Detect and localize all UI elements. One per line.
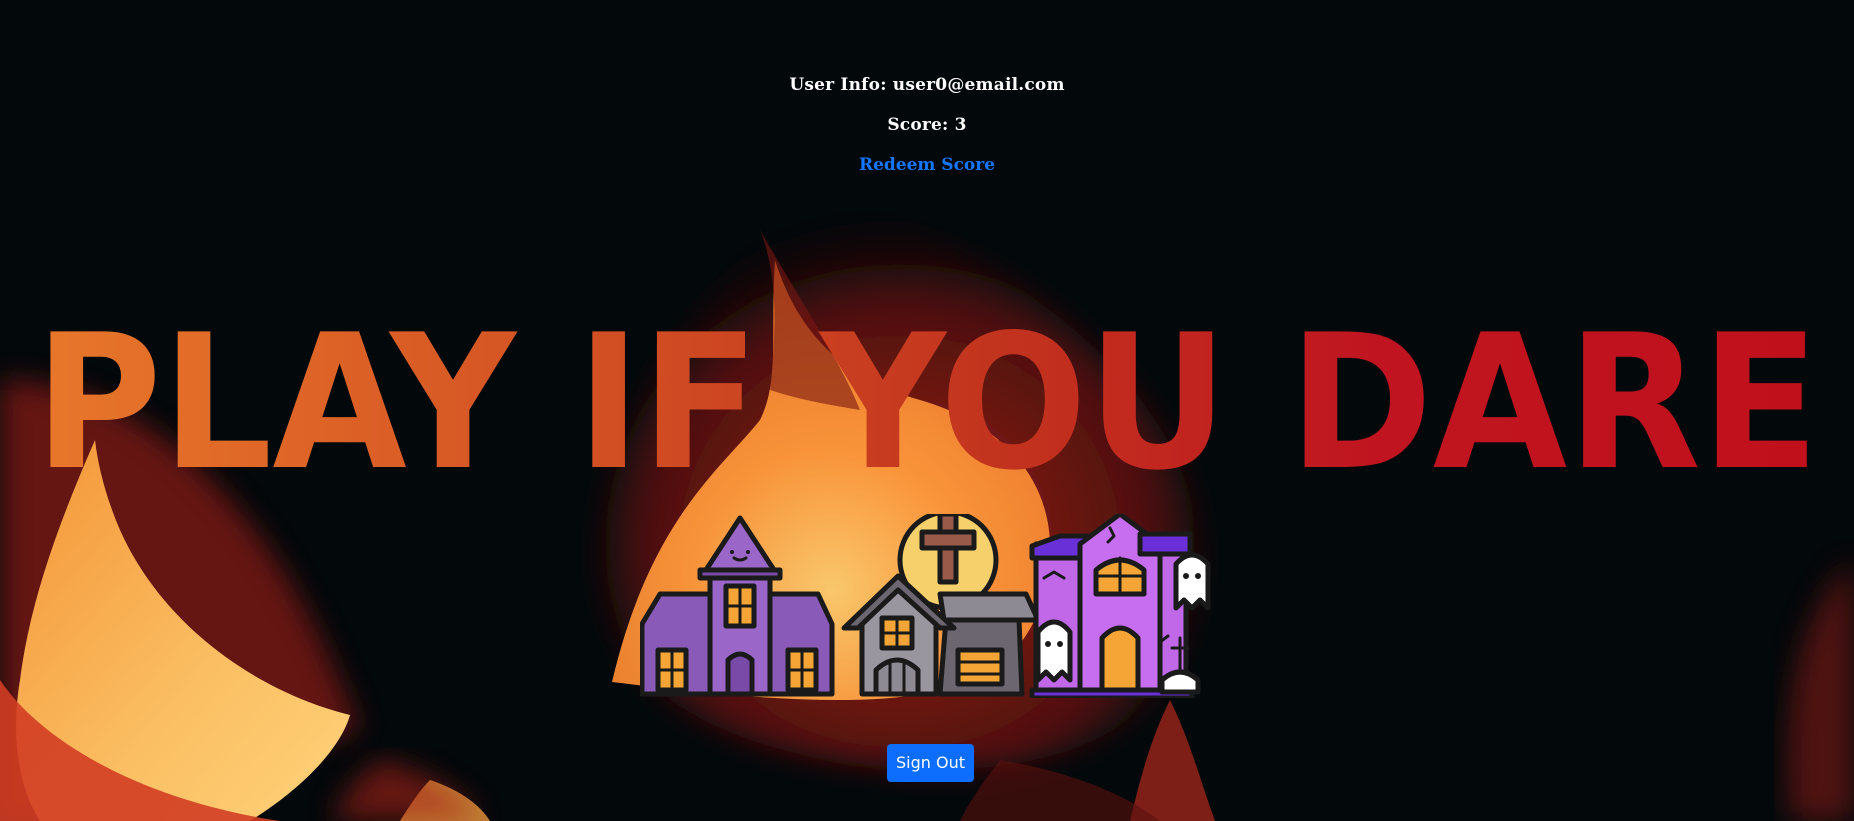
sign-out-button[interactable]: Sign Out: [887, 744, 974, 782]
score-display: Score: 3: [887, 115, 967, 135]
headline-text: PLAY IF YOU DARE: [35, 294, 1820, 490]
page: User Info: user0@email.com Score: 3 Rede…: [0, 0, 1854, 821]
user-info-email: User Info: user0@email.com: [789, 75, 1065, 95]
hero-headline: PLAY IF YOU DARE: [35, 294, 1820, 490]
redeem-score-container: Redeem Score: [0, 155, 1854, 175]
redeem-score-link[interactable]: Redeem Score: [859, 155, 995, 175]
haunted-houses-icon: [640, 514, 1211, 698]
